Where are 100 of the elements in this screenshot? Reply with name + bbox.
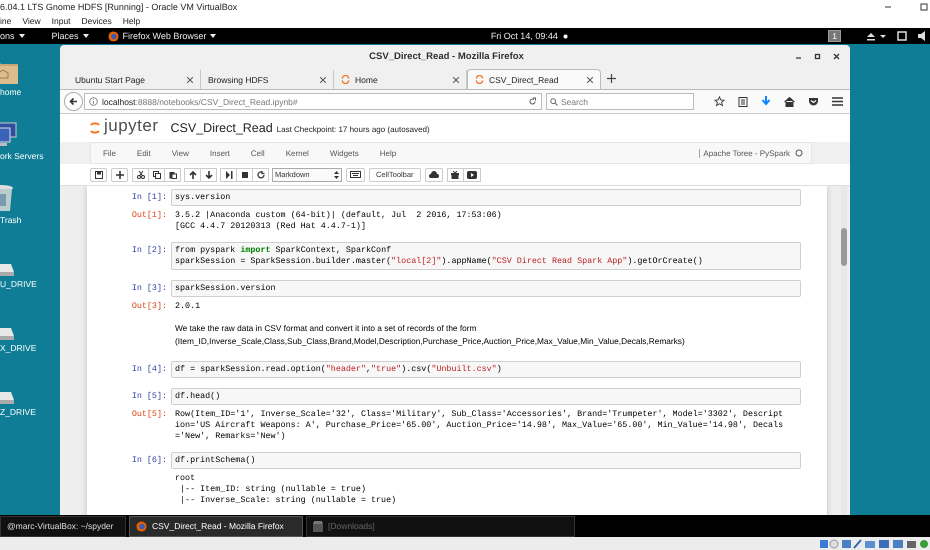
input-prompt: In [1]: — [130, 191, 168, 203]
code-cell[interactable]: df.printSchema() — [171, 452, 801, 469]
code-line: df.printSchema() — [175, 455, 256, 466]
browser-tab[interactable]: CSV_Direct_Read — [467, 69, 601, 89]
cut-button[interactable] — [132, 168, 149, 182]
menu-item[interactable]: Widgets — [330, 148, 359, 158]
download-icon[interactable] — [761, 96, 771, 107]
new-tab-icon[interactable] — [607, 74, 616, 83]
top-bar-menu[interactable]: ons — [0, 31, 25, 41]
insert-cell-button[interactable] — [111, 168, 128, 182]
keyboard-icon — [350, 171, 361, 178]
star-icon[interactable] — [714, 96, 725, 107]
browser-tab[interactable]: Ubuntu Start Page — [68, 70, 201, 89]
close-icon[interactable] — [833, 53, 840, 60]
desktop-icon-label[interactable]: Trash — [0, 215, 22, 225]
move-down-button[interactable] — [200, 168, 217, 182]
code-cell[interactable]: sys.version — [171, 189, 801, 206]
maximize-icon[interactable] — [814, 53, 821, 60]
menu-item[interactable]: Help — [380, 148, 396, 158]
cloud-icon — [428, 170, 439, 178]
maximize-icon[interactable] — [920, 3, 928, 11]
search-field[interactable]: Search — [546, 93, 694, 110]
close-icon[interactable] — [187, 76, 193, 82]
paste-icon — [168, 170, 176, 178]
home-icon[interactable] — [784, 96, 795, 106]
output-prompt: Out[1]: — [130, 210, 168, 221]
pocket-icon[interactable] — [808, 96, 819, 106]
play-icon — [466, 170, 477, 178]
output-line: root — [175, 473, 196, 484]
menu-item[interactable]: Insert — [210, 148, 230, 158]
copy-button[interactable] — [148, 168, 165, 182]
arrow-down-icon — [204, 170, 212, 178]
paste-button[interactable] — [164, 168, 181, 182]
checkpoint-status: Last Checkpoint: 17 hours ago (autosaved) — [276, 124, 430, 134]
firefox-logo-icon — [108, 30, 119, 42]
eject-icon[interactable] — [866, 32, 886, 40]
firefox-logo-icon — [136, 520, 147, 532]
desktop-icon-label[interactable]: U_DRIVE — [0, 279, 37, 289]
menu-item[interactable]: Devices — [82, 16, 112, 26]
menu-item[interactable]: Input — [52, 16, 71, 26]
window-icon[interactable] — [897, 31, 907, 41]
search-icon — [550, 98, 558, 106]
scrollbar[interactable] — [841, 186, 847, 515]
menu-item[interactable]: View — [172, 148, 189, 158]
taskbar-item[interactable]: @marc-VirtualBox: ~/spyder — [0, 516, 126, 536]
menu-item[interactable]: File — [103, 148, 116, 158]
close-icon[interactable] — [587, 76, 593, 82]
back-arrow-icon — [69, 97, 78, 106]
clock[interactable]: Fri Oct 14, 09:44 — [490, 31, 558, 41]
browser-tab[interactable]: Browsing HDFS — [201, 70, 334, 89]
desktop-icon-label[interactable]: X_DRIVE — [0, 343, 36, 353]
menu-item[interactable]: View — [22, 16, 41, 26]
code-cell[interactable]: sparkSession.version — [171, 280, 801, 297]
input-prompt: In [3]: — [130, 282, 168, 294]
step-icon — [224, 170, 232, 178]
caret-icon — [82, 34, 89, 38]
input-prompt: In [5]: — [130, 390, 168, 402]
window-title: 6.04.1 LTS Gnome HDFS [Running] - Oracle VM VirtualBox — [0, 2, 238, 12]
taskbar-item[interactable]: CSV_Direct_Read - Mozilla Firefox — [129, 516, 303, 536]
close-icon[interactable] — [453, 76, 459, 82]
info-icon[interactable] — [89, 97, 98, 106]
code-line: df = sparkSession.read.option("header","true").csv("Unbuilt.csv") — [175, 364, 503, 375]
code-cell[interactable]: df = sparkSession.read.option("header","true").csv("Unbuilt.csv") — [171, 361, 801, 378]
back-button[interactable] — [64, 92, 83, 111]
code-cell[interactable]: df.head() — [171, 388, 801, 405]
desktop-icon-label[interactable]: Z_DRIVE — [0, 407, 36, 417]
jupyter-logo-text[interactable]: jupyter — [104, 116, 159, 136]
menu-item[interactable]: ine — [0, 16, 12, 26]
menu-item[interactable]: Help — [122, 16, 140, 26]
top-bar-menu[interactable]: Places — [52, 31, 89, 41]
video-button[interactable] — [462, 168, 481, 182]
reload-icon[interactable] — [528, 97, 537, 106]
stop-icon — [240, 170, 248, 178]
save-button[interactable] — [90, 168, 107, 182]
move-up-button[interactable] — [184, 168, 201, 182]
close-icon[interactable] — [320, 76, 326, 82]
desktop-icon-label[interactable]: home — [0, 87, 22, 97]
code-cell[interactable]: from pyspark import SparkContext, SparkConf sparkSession = SparkSession.builder.master("local[2]").appName("CSV Direct Read Spark App").getOrCreate() — [171, 242, 801, 270]
run-button[interactable] — [220, 168, 237, 182]
gift-button[interactable] — [446, 168, 464, 182]
clipboard-icon[interactable] — [738, 96, 748, 107]
desktop-icon-label[interactable]: ork Servers — [0, 151, 44, 161]
menu-icon[interactable] — [832, 97, 843, 106]
upload-button[interactable] — [424, 168, 443, 182]
top-bar-menu[interactable]: Firefox Web Browser — [108, 30, 216, 42]
keyboard-button[interactable] — [346, 168, 365, 182]
menu-item[interactable]: Cell — [250, 148, 265, 158]
address-field[interactable]: localhost:8888/notebooks/CSV_Direct_Read.ipynb# — [84, 93, 542, 110]
output-prompt: Out[3]: — [130, 301, 168, 312]
restart-button[interactable] — [252, 168, 269, 182]
scissors-icon — [136, 170, 144, 178]
menu-item[interactable]: Kernel — [286, 148, 309, 158]
output-line: 2.0.1 — [175, 301, 200, 312]
stop-button[interactable] — [236, 168, 253, 182]
menu-item[interactable]: Edit — [136, 148, 151, 158]
speaker-icon[interactable] — [918, 31, 926, 41]
output-line: ='New', Remarks='New') — [175, 431, 287, 442]
notebook-title[interactable]: CSV_Direct_Read — [170, 121, 273, 135]
workspace-indicator[interactable]: 1 — [828, 30, 841, 42]
jupyter-logo-icon — [475, 75, 484, 84]
